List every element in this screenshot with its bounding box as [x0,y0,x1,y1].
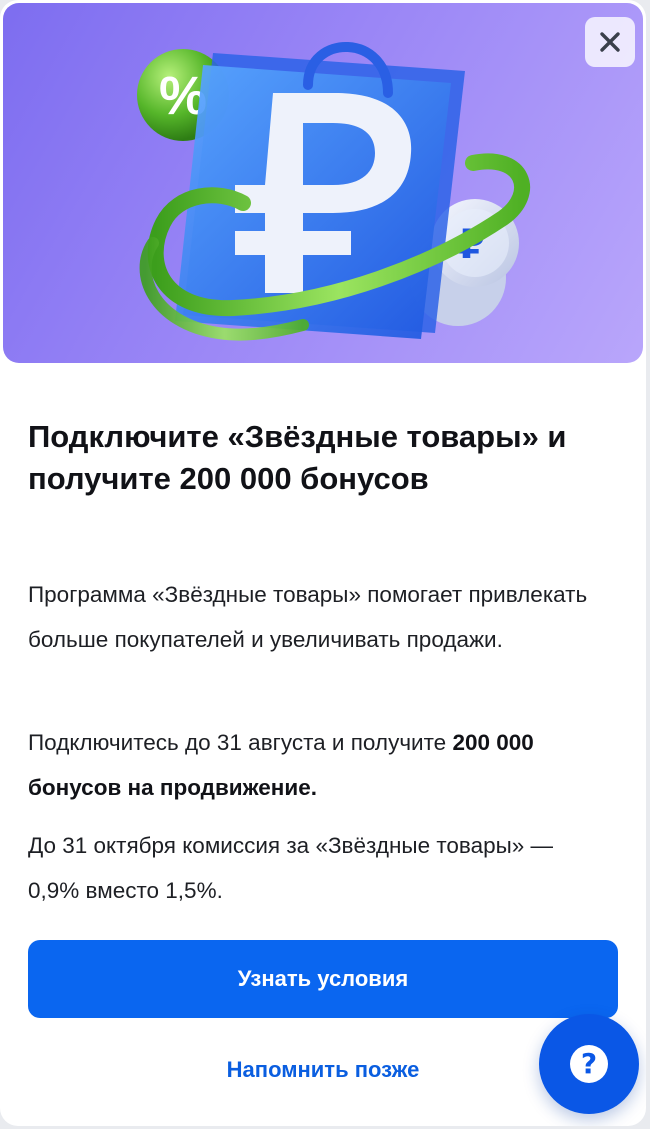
bonus-paragraph: Подключитесь до 31 августа и получите 20… [28,720,608,810]
promo-dialog: % ₽ Подключите «Звёздные товары» и получ… [0,0,646,1126]
help-icon: ? [570,1045,608,1083]
learn-conditions-button[interactable]: Узнать условия [28,940,618,1018]
bonus-paragraph-text: Подключитесь до 31 августа и получите [28,730,453,755]
remind-later-button[interactable]: Напомнить позже [180,1046,466,1094]
commission-paragraph: До 31 октября комиссия за «Звёздные това… [28,833,554,903]
dialog-title: Подключите «Звёздные товары» и получите … [28,419,567,496]
close-icon [600,32,620,52]
close-button[interactable] [585,17,635,67]
help-button[interactable]: ? [539,1014,639,1114]
ruble-bag-illustration-icon: % ₽ [137,42,530,341]
description-paragraph: Программа «Звёздные товары» помогает при… [28,582,588,652]
promo-banner: % ₽ [3,3,643,363]
